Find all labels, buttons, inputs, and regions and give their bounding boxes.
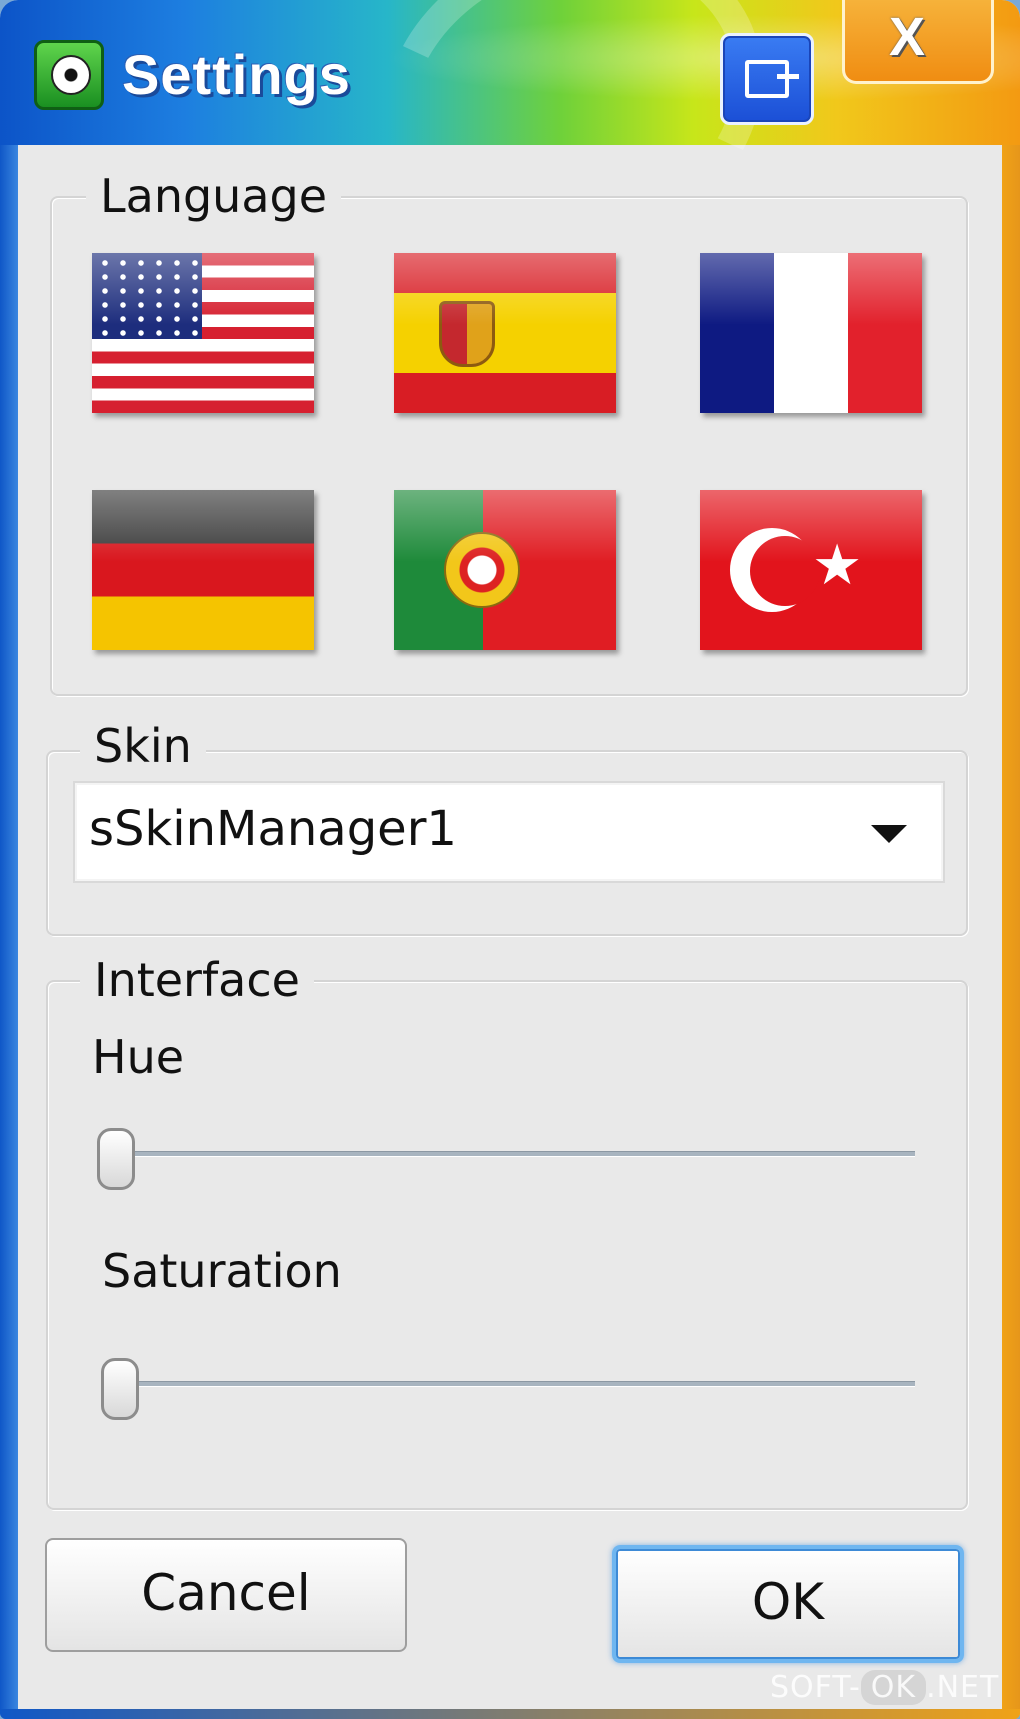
flag-german[interactable] (92, 490, 314, 650)
watermark: SOFT- OK .NET (770, 1670, 999, 1705)
window-frame-left (0, 145, 18, 1719)
soccer-ball-icon (34, 40, 104, 110)
skin-select[interactable]: sSkinManager1 (75, 783, 943, 881)
saturation-slider-track[interactable] (104, 1381, 915, 1387)
star-icon: ★ (812, 533, 863, 598)
settings-window: Settings X Language ★ Skin sSkinManager1… (0, 0, 1020, 1719)
flag-portuguese[interactable] (394, 490, 616, 650)
flag-spanish[interactable] (394, 253, 616, 413)
window-frame-bottom (0, 1709, 1020, 1719)
flag-turkish[interactable]: ★ (700, 490, 922, 650)
saturation-slider-thumb[interactable] (101, 1358, 139, 1420)
us-flag-canton (92, 253, 202, 339)
watermark-prefix: SOFT- (770, 1670, 861, 1705)
window-frame-right (1002, 145, 1020, 1719)
spain-coat-of-arms (439, 301, 495, 367)
flag-english[interactable] (92, 253, 314, 413)
portugal-armillary-sphere (444, 532, 520, 608)
chevron-down-icon[interactable] (871, 825, 907, 843)
interface-legend: Interface (80, 952, 314, 1008)
cancel-button-label: Cancel (141, 1564, 311, 1622)
minimize-button[interactable] (720, 33, 814, 125)
crescent-cutout (750, 536, 820, 606)
saturation-label: Saturation (102, 1244, 342, 1298)
close-icon: X (889, 7, 926, 67)
close-button[interactable]: X (842, 0, 994, 84)
watermark-suffix: .NET (926, 1670, 1000, 1705)
window-title: Settings (122, 43, 351, 106)
title-bar[interactable]: Settings X (0, 0, 1020, 313)
hue-slider-thumb[interactable] (97, 1128, 135, 1190)
flag-french[interactable] (700, 253, 922, 413)
cancel-button[interactable]: Cancel (45, 1538, 407, 1652)
ok-button-label: OK (751, 1573, 825, 1631)
ok-button[interactable]: OK (612, 1545, 964, 1663)
watermark-mid: OK (860, 1670, 927, 1705)
skin-select-value: sSkinManager1 (89, 801, 457, 857)
language-legend: Language (86, 168, 342, 224)
hue-label: Hue (92, 1030, 185, 1084)
skin-legend: Skin (80, 718, 206, 774)
minimize-icon (745, 60, 799, 98)
hue-slider-track[interactable] (100, 1151, 915, 1157)
